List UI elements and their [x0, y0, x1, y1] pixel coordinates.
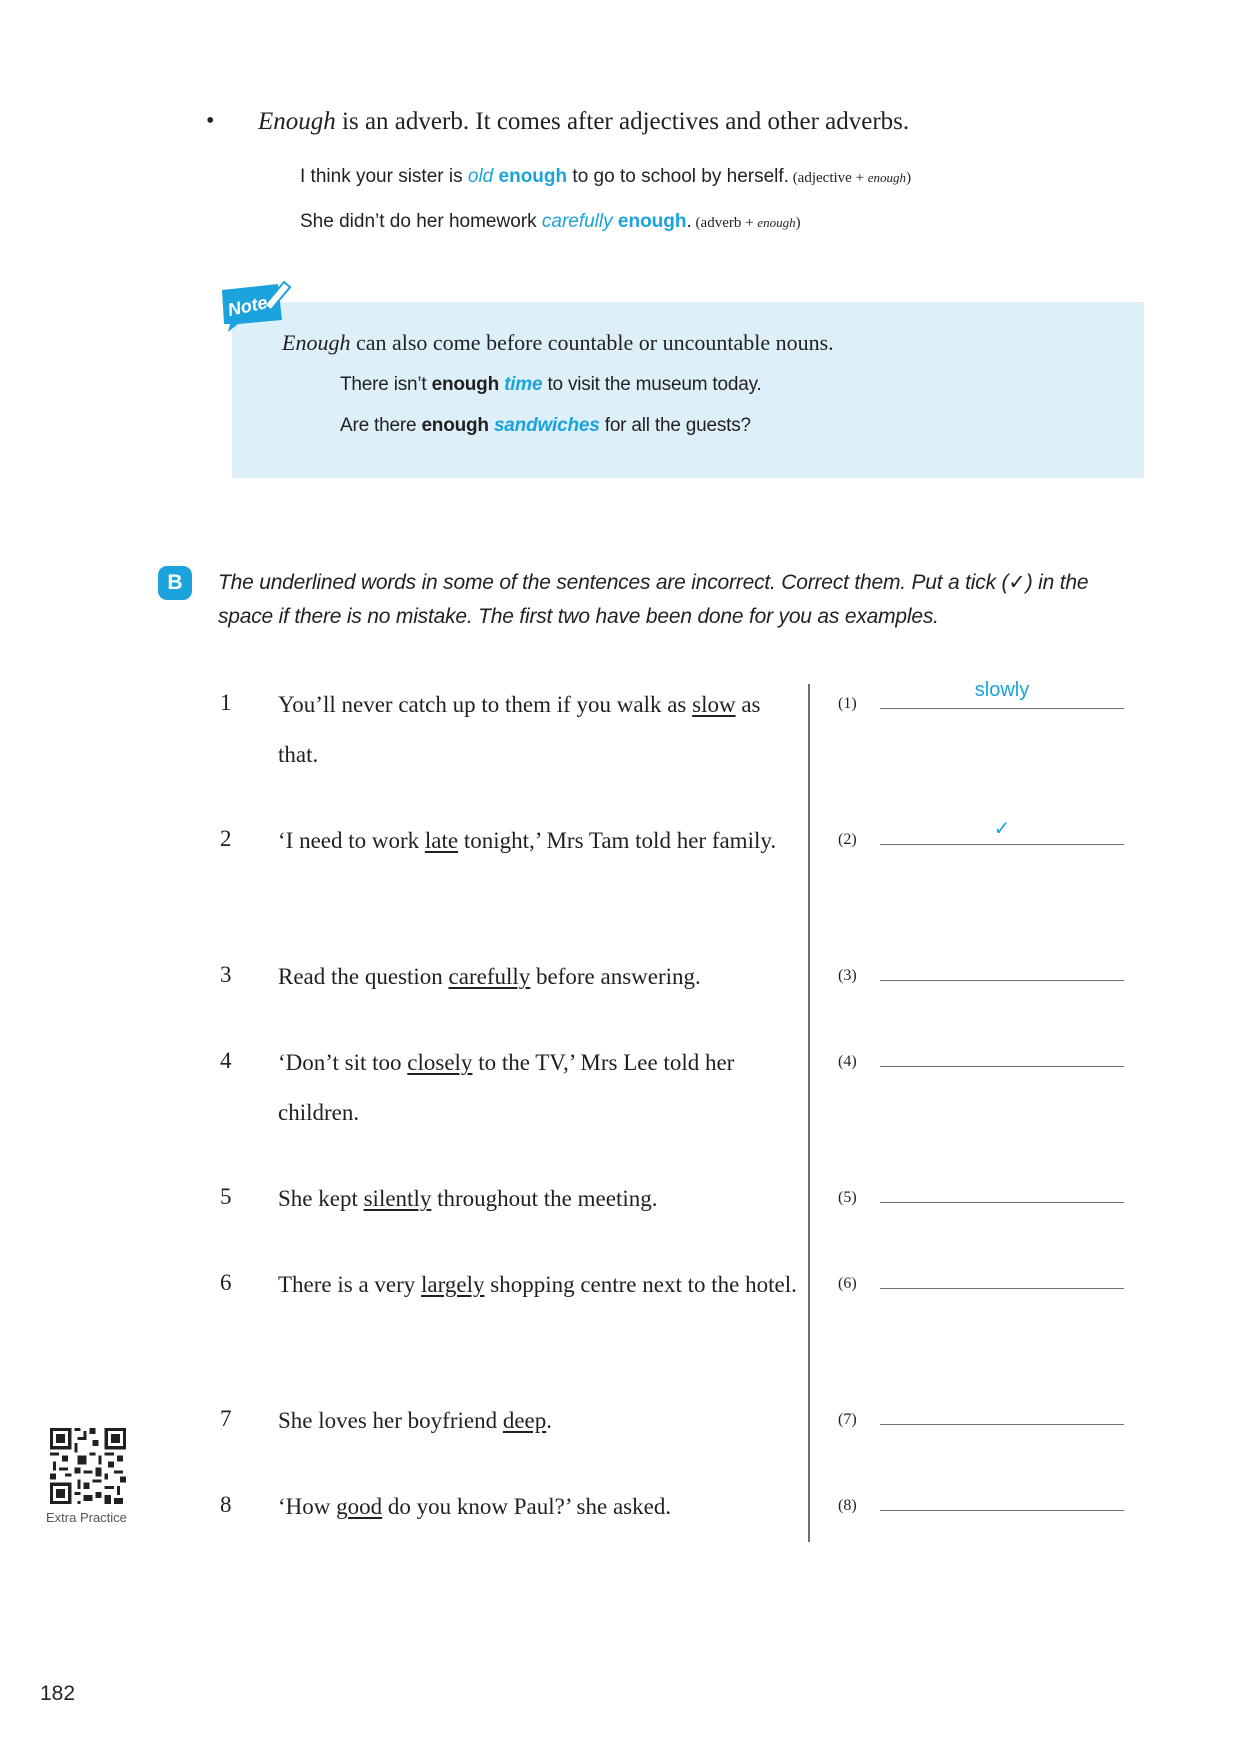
example-tag: (adjective + enough) [788, 170, 912, 186]
answer-label: (6) [838, 1275, 857, 1292]
item-number: 7 [220, 1406, 232, 1431]
answer-value: slowly [974, 679, 1030, 701]
answer-label: (5) [838, 1189, 857, 1206]
rule-text: is an adverb. It comes after adjectives … [335, 108, 910, 135]
answer-line[interactable] [880, 1424, 1124, 1425]
note-example-keyword: enough [431, 374, 500, 395]
qr-code-icon[interactable] [50, 1428, 126, 1504]
answer-line[interactable] [880, 708, 1124, 709]
note-example-text-end: to visit the museum today. [542, 374, 762, 395]
example-sentence-2: She didn’t do her homework carefully eno… [300, 211, 801, 233]
item-number: 5 [220, 1184, 232, 1209]
note-example-text: Are there [340, 415, 422, 436]
qr-label: Extra Practice [46, 1510, 127, 1525]
item-number: 2 [220, 826, 232, 851]
item-sentence: ‘How good do you know Paul?’ she asked. [278, 1494, 672, 1519]
example-keyword: enough [493, 166, 568, 187]
note-rule: Enough can also come before countable or… [282, 330, 834, 356]
underlined-word: silently [363, 1186, 432, 1211]
exercise-badge: B [158, 566, 192, 600]
answer-label: (1) [838, 695, 857, 712]
item-number: 3 [220, 962, 232, 987]
example-tag: (adverb + enough) [691, 215, 801, 231]
item-number: 4 [220, 1048, 232, 1073]
item-sentence: She loves her boyfriend deep. [278, 1408, 553, 1433]
note-tag-icon: Note [222, 280, 292, 332]
underlined-word: closely [407, 1050, 473, 1075]
item-number: 6 [220, 1270, 232, 1295]
answer-line[interactable] [880, 844, 1124, 845]
note-example-keyword: enough [421, 415, 489, 436]
note-example-2: Are there enough sandwiches for all the … [340, 415, 751, 437]
underlined-word: largely [421, 1272, 485, 1297]
note-keyword: Enough [282, 330, 351, 355]
note-example-highlight: time [504, 374, 543, 395]
rule-statement: Enough is an adverb. It comes after adje… [258, 108, 909, 136]
note-text: can also come before countable or uncoun… [350, 330, 834, 355]
underlined-word: carefully [448, 964, 531, 989]
example-highlight: carefully [541, 211, 613, 232]
item-number: 1 [220, 690, 232, 715]
answer-label: (4) [838, 1053, 857, 1070]
answer-line[interactable] [880, 1066, 1124, 1067]
page-number: 182 [40, 1682, 76, 1705]
underlined-word: slow [692, 692, 736, 717]
answer-label: (2) [838, 831, 857, 848]
underlined-word: late [424, 828, 459, 853]
answer-line[interactable] [880, 980, 1124, 981]
item-sentence: ‘Don’t sit too closely to the TV,’ Mrs L… [278, 1050, 735, 1125]
example-text-end: to go to school by herself. [567, 166, 789, 187]
bullet: • [206, 108, 215, 134]
answer-label: (8) [838, 1497, 857, 1514]
item-sentence: She kept silently throughout the meeting… [278, 1186, 658, 1211]
column-divider [808, 684, 810, 1542]
example-text: She didn’t do her homework [300, 211, 542, 232]
note-example-highlight: sandwiches [493, 415, 600, 436]
answer-line[interactable] [880, 1510, 1124, 1511]
example-sentence-1: I think your sister is old enough to go … [300, 166, 911, 188]
item-sentence: There is a very largely shopping centre … [278, 1272, 797, 1297]
item-sentence: Read the question carefully before answe… [278, 964, 701, 989]
answer-value: ✓ [993, 818, 1011, 840]
answer-line[interactable] [880, 1288, 1124, 1289]
item-sentence: ‘I need to work late tonight,’ Mrs Tam t… [278, 828, 777, 853]
exercise-instruction: The underlined words in some of the sent… [218, 571, 1089, 628]
rule-keyword: Enough [258, 108, 336, 135]
underlined-word: good [336, 1494, 383, 1519]
note-example-1: There isn’t enough time to visit the mus… [340, 374, 762, 396]
answer-label: (7) [838, 1411, 857, 1428]
item-number: 8 [220, 1492, 232, 1517]
example-keyword: enough [612, 211, 687, 232]
item-sentence: You’ll never catch up to them if you wal… [278, 692, 761, 767]
note-example-text: There isn’t [340, 374, 432, 395]
example-text: I think your sister is [300, 166, 468, 187]
example-highlight: old [467, 166, 494, 187]
note-example-text-end: for all the guests? [599, 415, 751, 436]
answer-line[interactable] [880, 1202, 1124, 1203]
answer-label: (3) [838, 967, 857, 984]
underlined-word: deep [502, 1408, 547, 1433]
